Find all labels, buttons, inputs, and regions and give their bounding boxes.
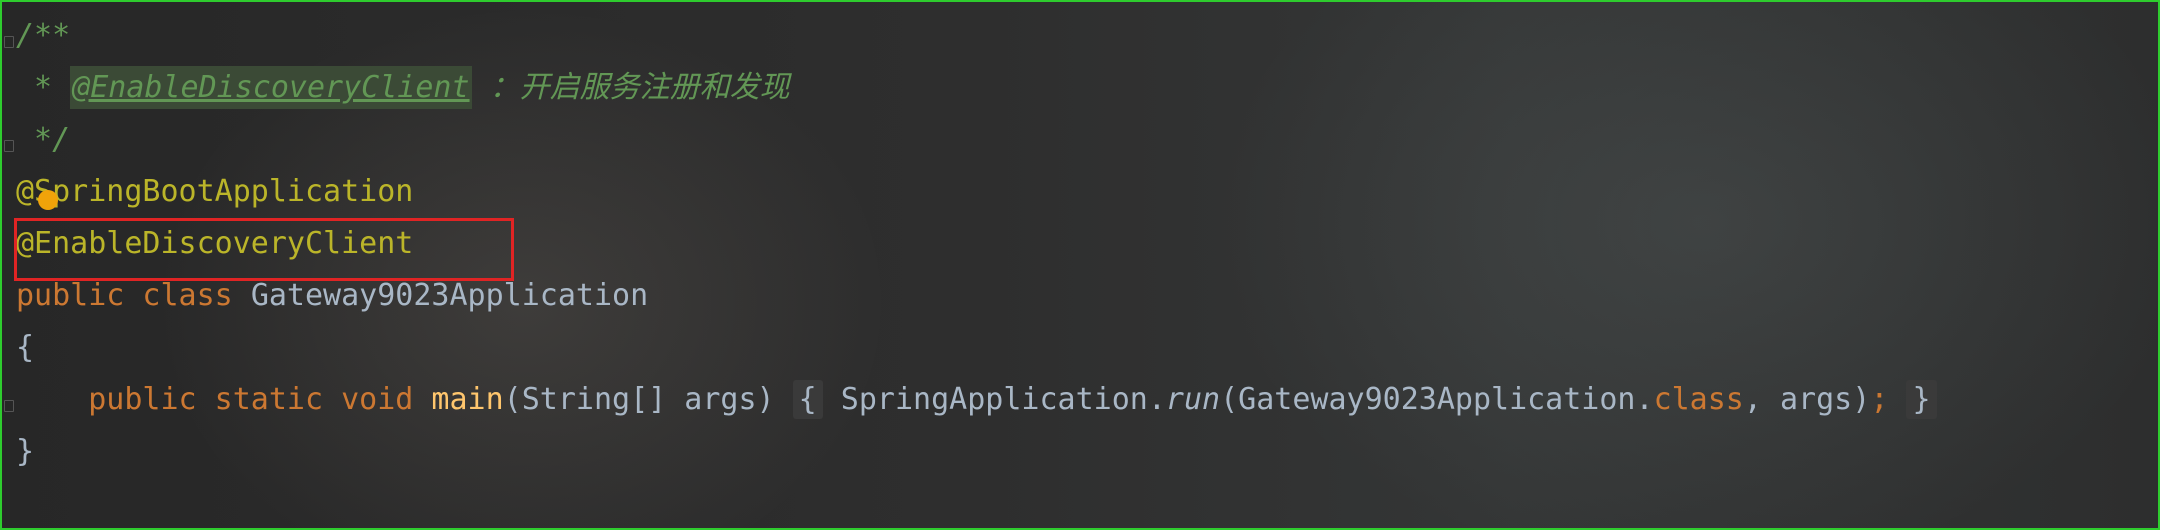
code-line[interactable]: }: [16, 426, 34, 478]
fold-icon[interactable]: [4, 140, 14, 152]
code-token: /**: [16, 18, 71, 53]
fold-icon[interactable]: [4, 400, 14, 412]
highlight-box: [14, 218, 514, 281]
code-token: SpringApplication.: [822, 382, 1166, 417]
code-token: ;: [1870, 382, 1907, 417]
fold-icon[interactable]: [4, 36, 14, 48]
code-token: class: [1653, 382, 1744, 417]
lightbulb-icon[interactable]: [38, 190, 58, 210]
code-token: @SpringBootApplication: [16, 174, 414, 209]
code-token: }: [16, 434, 35, 469]
code-token: Gateway9023Application: [250, 278, 649, 313]
code-token: run: [1165, 382, 1221, 417]
code-token: {: [792, 380, 823, 419]
code-token: public class: [16, 278, 251, 313]
code-token: {: [16, 330, 35, 365]
code-token: ：: [471, 70, 520, 105]
code-line[interactable]: @SpringBootApplication: [16, 166, 413, 218]
code-line[interactable]: /**: [16, 10, 70, 62]
code-editor[interactable]: /** * @EnableDiscoveryClient ：开启服务注册和发现 …: [0, 0, 2160, 530]
code-line[interactable]: {: [16, 322, 34, 374]
code-token: @EnableDiscoveryClient: [70, 66, 472, 109]
code-token: (Gateway9023Application.: [1220, 382, 1654, 417]
code-token: main: [431, 382, 504, 417]
code-line[interactable]: */: [16, 114, 70, 166]
code-token: }: [1906, 380, 1937, 419]
code-line[interactable]: public static void main(String[] args) {…: [16, 374, 1937, 426]
code-token: *: [16, 70, 71, 105]
code-token: , args): [1743, 382, 1871, 417]
code-token: public static void: [16, 382, 432, 417]
code-token: (String[] args): [503, 382, 793, 417]
code-token: */: [16, 122, 71, 157]
code-line[interactable]: * @EnableDiscoveryClient ：开启服务注册和发现: [16, 62, 790, 114]
code-token: 开启服务注册和发现: [519, 70, 790, 105]
